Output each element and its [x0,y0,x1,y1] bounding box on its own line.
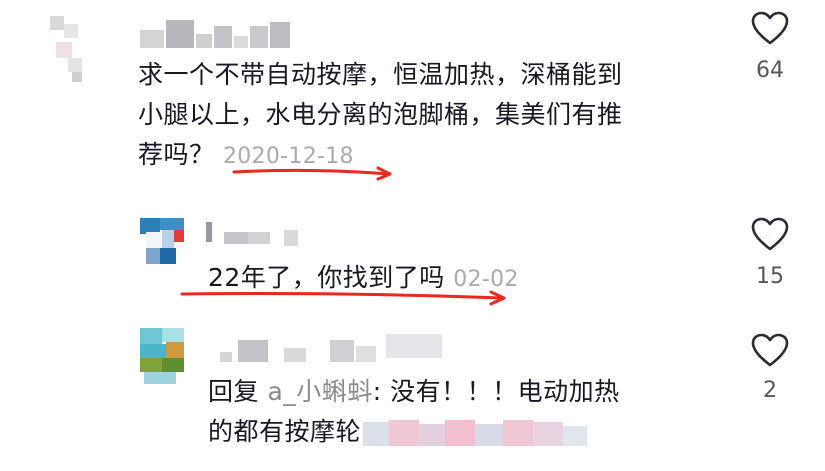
comment-line: 小腿以上，水电分离的泡脚桶，集美们有推 [138,100,623,129]
like-count: 64 [756,58,784,83]
comment-line-text: : 没有！！！电动加热 [372,377,620,406]
comment-line: 的都有按摩轮 [208,412,620,452]
heart-outline-icon[interactable] [750,10,790,46]
like-count: 15 [756,264,784,289]
annotation-arrow [180,290,506,306]
heart-outline-icon[interactable] [750,332,790,368]
reply-prefix: 回复 [208,377,260,406]
like-count: 2 [763,378,777,403]
comment-line: 回复 a_小蝌蚪: 没有！！！电动加热 [208,372,620,412]
comment-text: 回复 a_小蝌蚪: 没有！！！电动加热 的都有按摩轮 [208,372,620,452]
avatar[interactable] [46,14,98,84]
avatar[interactable] [140,218,190,270]
comment-text: 求一个不带自动按摩，恒温加热，深桶能到 小腿以上，水电分离的泡脚桶，集美们有推 … [138,55,623,177]
comment-line-text: 荐吗？ [138,140,215,169]
comment-line: 求一个不带自动按摩，恒温加热，深桶能到 [138,60,623,89]
blurred-text [363,416,599,450]
username-blurred[interactable] [140,16,300,50]
heart-outline-icon[interactable] [750,216,790,252]
username-blurred[interactable] [206,220,302,248]
annotation-arrow [232,166,392,181]
comment-line-text: 的都有按摩轮 [208,417,362,446]
avatar[interactable] [140,328,190,386]
reply-username[interactable]: a_小蝌蚪 [267,377,372,406]
username-blurred[interactable] [210,332,450,368]
